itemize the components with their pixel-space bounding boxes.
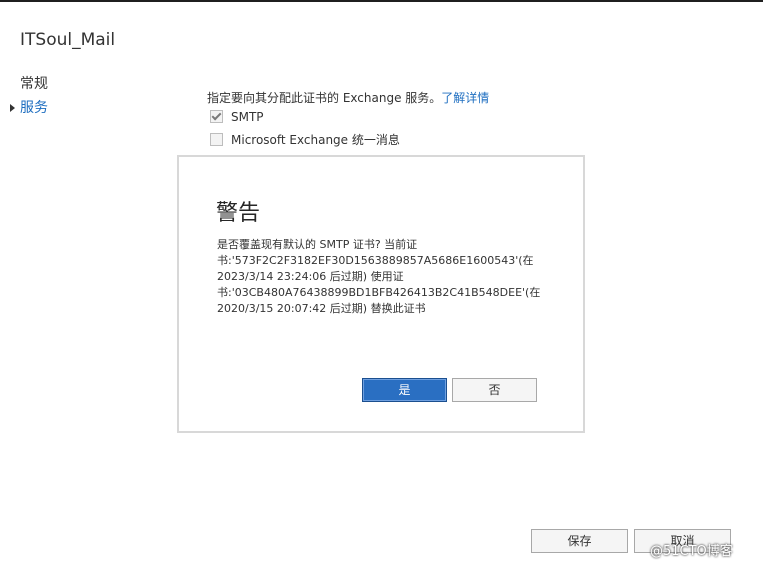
dialog-message-line: 书:'573F2C2F3182EF30D1563889857A5686E1600… — [217, 254, 534, 267]
exchange-certificate-window: ITSoul_Mail 常规 服务 指定要向其分配此证书的 Exchange 服… — [0, 0, 763, 569]
caret-right-icon — [10, 104, 15, 112]
nav-item-services-label: 服务 — [20, 100, 48, 116]
service-option-smtp[interactable]: SMTP — [207, 109, 727, 129]
yes-button[interactable]: 是 — [362, 378, 447, 402]
um-label: Microsoft Exchange 统一消息 — [231, 133, 400, 147]
service-option-um[interactable]: Microsoft Exchange 统一消息 — [207, 132, 727, 152]
smtp-label: SMTP — [231, 110, 264, 124]
save-button[interactable]: 保存 — [531, 529, 628, 553]
instruction-text: 指定要向其分配此证书的 Exchange 服务。 — [207, 91, 442, 105]
warning-dialog: 警告 是否覆盖现有默认的 SMTP 证书? 当前证 书:'573F2C2F318… — [177, 155, 585, 433]
services-instruction: 指定要向其分配此证书的 Exchange 服务。了解详情 — [207, 90, 727, 106]
left-nav: 常规 服务 — [10, 74, 48, 122]
dialog-message-line: 是否覆盖现有默认的 SMTP 证书? 当前证 — [217, 238, 418, 251]
nav-item-services[interactable]: 服务 — [10, 98, 48, 122]
um-checkbox[interactable] — [210, 133, 223, 146]
watermark-text: @51CTO博客 — [650, 544, 733, 559]
learn-more-link[interactable]: 了解详情 — [441, 91, 489, 105]
dialog-message: 是否覆盖现有默认的 SMTP 证书? 当前证 书:'573F2C2F3182EF… — [217, 237, 547, 317]
window-title: ITSoul_Mail — [20, 30, 116, 50]
top-border — [0, 0, 763, 2]
smtp-checkbox[interactable] — [210, 110, 223, 123]
no-button[interactable]: 否 — [452, 378, 537, 402]
dialog-message-line: 2020/3/15 20:07:42 后过期) 替换此证书 — [217, 302, 426, 315]
dialog-title: 警告 — [216, 201, 261, 226]
nav-item-general[interactable]: 常规 — [20, 74, 48, 98]
dialog-message-line: 2023/3/14 23:24:06 后过期) 使用证 — [217, 270, 404, 283]
services-panel: 指定要向其分配此证书的 Exchange 服务。了解详情 SMTP Micros… — [207, 90, 727, 163]
dialog-message-line: 书:'03CB480A76438899BD1BFB426413B2C41B548… — [217, 286, 541, 299]
